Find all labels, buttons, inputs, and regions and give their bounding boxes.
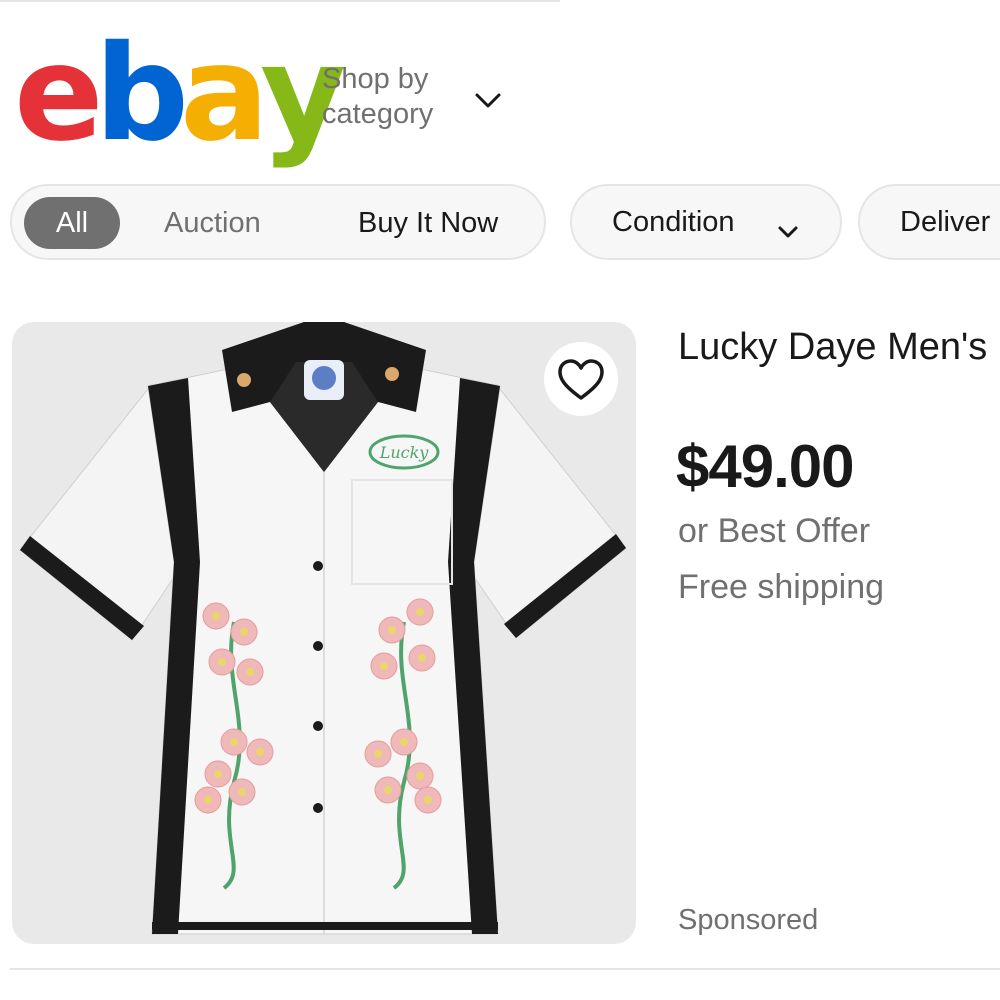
bottom-divider (10, 968, 1000, 970)
filter-auction[interactable]: Auction (164, 197, 261, 249)
logo-letter-b: b (94, 17, 189, 171)
buying-format-filter: All Auction Buy It Now (10, 184, 546, 260)
item-title[interactable]: Lucky Daye Men's (678, 326, 987, 369)
condition-filter-button[interactable]: Condition (570, 184, 842, 260)
shop-by-category-button[interactable]: Shop by category (322, 62, 501, 132)
ebay-logo[interactable]: ebay (14, 17, 346, 171)
delivery-filter-button[interactable]: Deliver (858, 184, 1000, 260)
logo-letter-e: e (14, 17, 103, 171)
filter-buy-it-now[interactable]: Buy It Now (358, 197, 498, 249)
logo-letter-a: a (180, 17, 269, 171)
filter-all[interactable]: All (24, 197, 120, 249)
shop-by-label-line2: category (322, 98, 434, 130)
watch-item-button[interactable] (544, 342, 618, 416)
best-offer-text: or Best Offer (678, 512, 871, 550)
collar-patch-text: Lucky (379, 443, 430, 462)
shipping-text: Free shipping (678, 568, 885, 606)
shop-by-label-line1: Shop by (322, 63, 429, 95)
chevron-down-icon (474, 84, 502, 119)
item-price: $49.00 (676, 433, 855, 500)
sponsored-label: Sponsored (678, 904, 819, 936)
chevron-down-icon (777, 214, 799, 247)
condition-label: Condition (612, 205, 735, 238)
top-divider (0, 0, 560, 2)
item-image[interactable]: Lucky (12, 322, 636, 944)
heart-icon (544, 359, 618, 419)
shirt-image: Lucky (19, 322, 627, 935)
delivery-label: Deliver (900, 205, 991, 238)
